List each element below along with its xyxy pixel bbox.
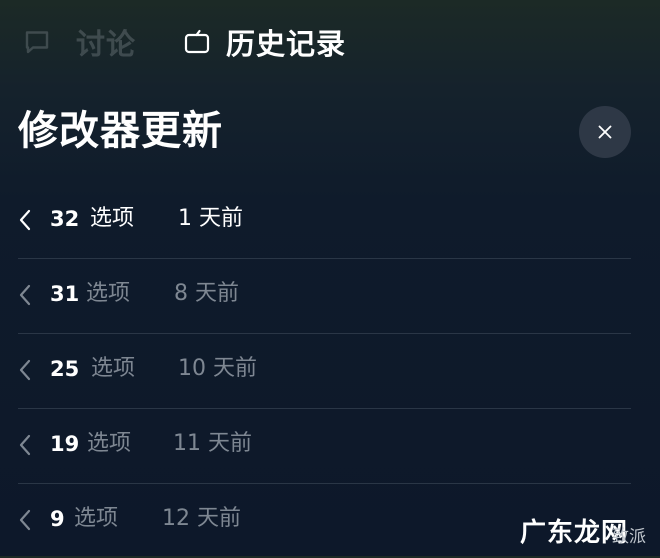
close-icon — [598, 125, 612, 139]
version-row[interactable]: 19 选项 11 天前 — [18, 408, 631, 483]
update-age: 11 天前 — [173, 431, 252, 456]
tab-history[interactable]: 历史记录 — [184, 22, 346, 62]
tab-history-label: 历史记录 — [226, 27, 347, 61]
option-count: 9 — [50, 507, 65, 531]
version-row[interactable]: 25 选项 10 天前 — [18, 333, 631, 408]
version-row[interactable]: 31 选项 8 天前 — [18, 258, 631, 333]
chevron-left-icon[interactable] — [18, 434, 32, 456]
version-row[interactable]: 32 选项 1 天前 — [18, 184, 631, 258]
option-count: 25 — [50, 357, 80, 381]
tab-discuss[interactable]: 讨论 — [24, 22, 136, 62]
chat-bubble-icon — [24, 29, 50, 55]
option-unit: 选项 — [87, 431, 132, 456]
option-count: 31 — [50, 282, 80, 306]
chevron-left-icon[interactable] — [18, 284, 32, 306]
chevron-left-icon[interactable] — [18, 359, 32, 381]
chevron-left-icon[interactable] — [18, 209, 32, 231]
option-unit: 选项 — [86, 281, 131, 306]
update-age: 10 天前 — [178, 356, 257, 381]
tab-bar: 讨论 历史记录 — [0, 0, 660, 82]
history-icon — [184, 29, 210, 55]
option-count: 32 — [50, 207, 80, 231]
option-count: 19 — [50, 432, 80, 456]
option-unit: 选项 — [90, 206, 135, 231]
option-unit: 选项 — [91, 356, 136, 381]
watermark-sub: 致派 — [612, 527, 646, 547]
page-title: 修改器更新 — [18, 108, 223, 154]
watermark: 广东龙网 致派 — [520, 512, 660, 552]
update-age: 1 天前 — [178, 206, 243, 231]
chevron-left-icon[interactable] — [18, 509, 32, 531]
close-button[interactable] — [579, 106, 631, 158]
tab-discuss-label: 讨论 — [76, 27, 137, 61]
version-list: 32 选项 1 天前 31 选项 8 天前 25 选项 10 天前 19 选项 … — [18, 184, 631, 558]
update-age: 8 天前 — [174, 281, 239, 306]
option-unit: 选项 — [74, 506, 119, 531]
update-age: 12 天前 — [162, 506, 241, 531]
